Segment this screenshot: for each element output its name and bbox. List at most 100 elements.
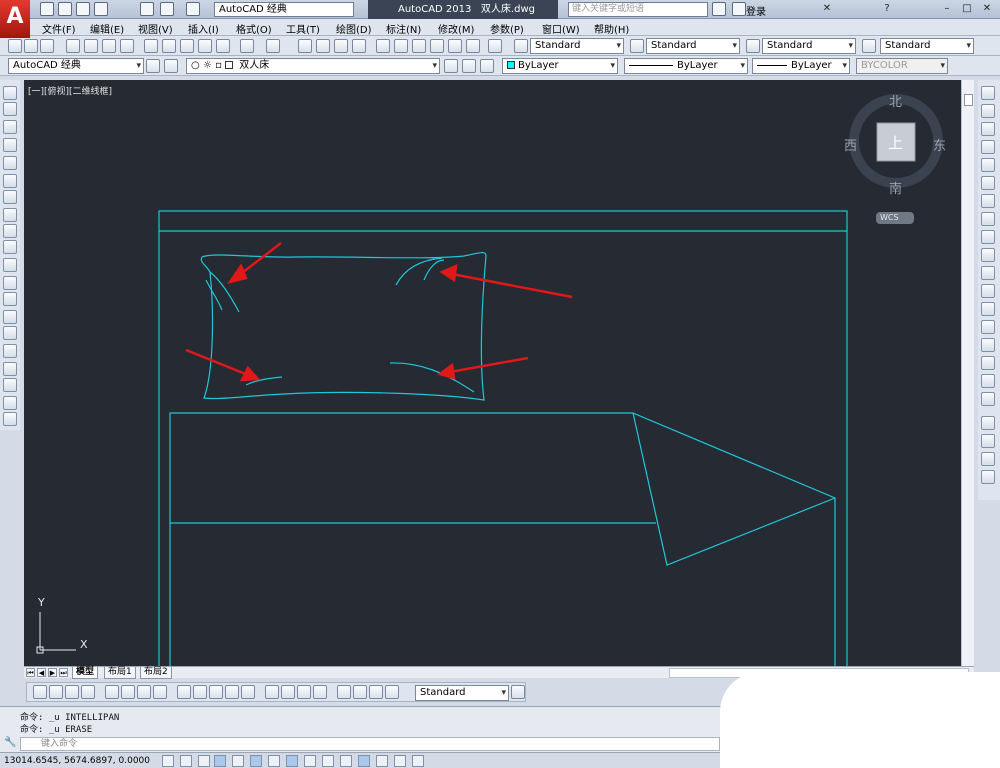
plot-style-dropdown[interactable]: BYCOLOR	[856, 58, 948, 74]
dynamic-input-icon[interactable]	[322, 755, 334, 767]
coordinate-readout[interactable]: 13014.6545, 5674.6897, 0.0000	[4, 756, 150, 766]
workspace-dropdown[interactable]: AutoCAD 经典	[214, 2, 354, 17]
make-block-icon[interactable]	[3, 292, 17, 306]
dim-style-manager-icon[interactable]	[385, 685, 399, 699]
continue-dim-icon[interactable]	[209, 685, 223, 699]
blanket-outline[interactable]	[169, 412, 836, 666]
copy-object-icon[interactable]	[981, 104, 995, 118]
plot-preview-icon[interactable]	[84, 39, 98, 53]
move-icon[interactable]	[981, 176, 995, 190]
viewcube-south[interactable]: 南	[889, 178, 902, 197]
ellipse-icon[interactable]	[3, 240, 17, 254]
aligned-dim-icon[interactable]	[49, 685, 63, 699]
design-center-icon[interactable]	[394, 39, 408, 53]
mirror-icon[interactable]	[981, 122, 995, 136]
viewport-label[interactable]: [一][俯视][二维线框]	[28, 84, 112, 97]
blanket-corner-fold[interactable]	[632, 412, 836, 566]
sheet-set-icon[interactable]	[430, 39, 444, 53]
login-link[interactable]: 登录	[746, 3, 766, 18]
arc-icon[interactable]	[3, 174, 17, 188]
draw-order-above-icon[interactable]	[981, 452, 995, 466]
first-layout-icon[interactable]: ⏮	[26, 668, 35, 677]
table-style-dropdown[interactable]: Standard	[762, 38, 856, 54]
viewcube-west[interactable]: 西	[844, 135, 857, 154]
next-layout-icon[interactable]: ▶	[48, 668, 57, 677]
vertical-scrollbar[interactable]	[961, 80, 974, 666]
zoom-realtime-icon[interactable]	[316, 39, 330, 53]
cut-icon[interactable]	[144, 39, 158, 53]
zoom-window-icon[interactable]	[334, 39, 348, 53]
radius-dim-icon[interactable]	[105, 685, 119, 699]
user-icon[interactable]	[732, 2, 746, 16]
pan-icon[interactable]	[298, 39, 312, 53]
grid-display-icon[interactable]	[198, 755, 210, 767]
help-icon[interactable]: ?	[880, 2, 894, 16]
object-snap-tracking-icon[interactable]	[286, 755, 298, 767]
save-as-icon[interactable]	[94, 2, 108, 16]
paste-icon[interactable]	[180, 39, 194, 53]
publish-icon[interactable]	[102, 39, 116, 53]
dim-style-icon[interactable]	[630, 39, 644, 53]
multiline-text-icon[interactable]	[3, 396, 17, 410]
3d-publish-icon[interactable]	[120, 39, 134, 53]
extend-icon[interactable]	[981, 266, 995, 280]
new-file-icon[interactable]	[40, 2, 54, 16]
inspection-icon[interactable]	[297, 685, 311, 699]
transparency-icon[interactable]	[358, 755, 370, 767]
ordinate-dim-icon[interactable]	[81, 685, 95, 699]
array-icon[interactable]	[981, 158, 995, 172]
spline-icon[interactable]	[3, 224, 17, 238]
table-icon[interactable]	[3, 378, 17, 392]
tolerance-icon[interactable]	[265, 685, 279, 699]
autocad-logo[interactable]: A	[0, 0, 30, 38]
wcs-menu[interactable]: WCS	[880, 213, 899, 222]
angular-dim-icon[interactable]	[153, 685, 167, 699]
menu-insert[interactable]: 插入(I)	[188, 21, 219, 36]
quick-properties-icon[interactable]	[376, 755, 388, 767]
save-icon[interactable]	[40, 39, 54, 53]
snap-mode-icon[interactable]	[180, 755, 192, 767]
menu-view[interactable]: 视图(V)	[138, 21, 173, 36]
text-style-icon[interactable]	[514, 39, 528, 53]
3d-object-snap-icon[interactable]	[268, 755, 280, 767]
menu-modify[interactable]: 修改(M)	[438, 21, 474, 36]
menu-draw[interactable]: 绘图(D)	[336, 21, 372, 36]
selection-cycling-icon[interactable]	[394, 755, 406, 767]
linear-dim-icon[interactable]	[33, 685, 47, 699]
diameter-dim-icon[interactable]	[137, 685, 151, 699]
minimize-icon[interactable]: –	[940, 2, 954, 16]
text-style-dropdown[interactable]: Standard	[530, 38, 624, 54]
multileader-style-icon[interactable]	[862, 39, 876, 53]
make-object-layer-current-icon[interactable]	[444, 59, 458, 73]
draw-order-back-icon[interactable]	[981, 434, 995, 448]
rectangle-icon[interactable]	[3, 156, 17, 170]
join-icon[interactable]	[981, 320, 995, 334]
layer-state-icon[interactable]	[480, 59, 494, 73]
hatch-icon[interactable]	[3, 326, 17, 340]
infer-constraints-icon[interactable]	[162, 755, 174, 767]
properties-icon[interactable]	[376, 39, 390, 53]
tab-model[interactable]: 模型	[72, 667, 99, 679]
center-mark-icon[interactable]	[281, 685, 295, 699]
insert-block-icon[interactable]	[3, 276, 17, 290]
dim-style-settings-icon[interactable]	[511, 685, 525, 699]
dim-style-dropdown[interactable]: Standard	[646, 38, 740, 54]
baseline-dim-icon[interactable]	[193, 685, 207, 699]
viewcube-north[interactable]: 北	[889, 91, 902, 110]
ortho-mode-icon[interactable]	[214, 755, 226, 767]
quickcalc-icon[interactable]	[466, 39, 480, 53]
markup-icon[interactable]	[448, 39, 462, 53]
search-input[interactable]: 键入关键字或短语	[568, 2, 708, 17]
copy-icon[interactable]	[162, 39, 176, 53]
explode-icon[interactable]	[981, 392, 995, 406]
menu-dimension[interactable]: 标注(N)	[386, 21, 421, 36]
trim-icon[interactable]	[981, 248, 995, 262]
break-at-point-icon[interactable]	[981, 284, 995, 298]
menu-help[interactable]: 帮助(H)	[594, 21, 629, 36]
ellipse-arc-icon[interactable]	[3, 258, 17, 272]
polar-tracking-icon[interactable]	[232, 755, 244, 767]
command-settings-icon[interactable]: 🔧	[4, 737, 16, 749]
polygon-icon[interactable]	[3, 138, 17, 152]
arc-length-dim-icon[interactable]	[65, 685, 79, 699]
undo-icon[interactable]	[240, 39, 254, 53]
